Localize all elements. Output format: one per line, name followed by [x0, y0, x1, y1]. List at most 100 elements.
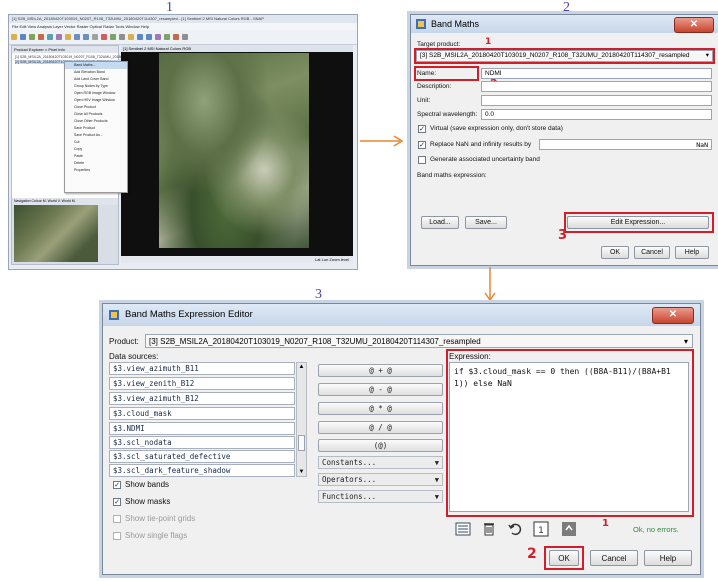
show-masks-checkbox[interactable]: ✓ [113, 497, 121, 506]
wavelength-field[interactable]: 0.0 [481, 109, 712, 120]
virtual-checkbox[interactable]: ✓ [418, 125, 426, 133]
description-field[interactable] [481, 81, 712, 92]
context-menu-item[interactable]: Properties [65, 167, 127, 174]
cancel-button[interactable]: Cancel [590, 550, 638, 566]
graph-icon[interactable] [56, 34, 62, 40]
snap-menu-bar[interactable]: File Edit View Analysis Layer Vector Ras… [9, 23, 357, 30]
export-icon[interactable] [38, 34, 44, 40]
context-menu-band-maths[interactable]: Band Maths... [65, 62, 127, 69]
data-source-item[interactable]: $3.scl_nodata [109, 436, 295, 449]
polygon-icon[interactable] [137, 34, 143, 40]
delete-icon[interactable] [481, 521, 497, 537]
scroll-up-icon[interactable]: ▲ [298, 364, 305, 370]
ellipse-icon[interactable] [146, 34, 152, 40]
operators-dropdown[interactable]: Operators... ▼ [318, 473, 443, 486]
snap-toolbar[interactable] [9, 30, 357, 45]
scrollbar-thumb[interactable] [298, 435, 305, 451]
name-field[interactable]: NDMI [481, 68, 712, 79]
pan-icon[interactable] [92, 34, 98, 40]
close-button[interactable]: ✕ [652, 307, 694, 324]
navigation-tabs[interactable]: Navigation Colour M. World V. World M. [12, 198, 118, 205]
context-menu-item[interactable]: Close Other Products [65, 118, 127, 125]
range-icon[interactable] [101, 34, 107, 40]
nan-value-field[interactable]: NaN [539, 139, 712, 150]
zoom-out-icon[interactable] [83, 34, 89, 40]
show-bands-checkbox[interactable]: ✓ [113, 480, 121, 489]
data-source-item[interactable]: $3.cloud_mask [109, 407, 295, 420]
sync-icon[interactable] [164, 34, 170, 40]
save-icon[interactable] [20, 34, 26, 40]
context-menu-item[interactable]: Cut [65, 139, 127, 146]
operator-divide-button[interactable]: @ / @ [318, 421, 443, 434]
pin-icon[interactable] [65, 34, 71, 40]
ok-button[interactable]: OK [601, 246, 629, 259]
context-menu-item[interactable]: Close All Products [65, 111, 127, 118]
help-icon[interactable] [173, 34, 179, 40]
help-button[interactable]: Help [644, 550, 692, 566]
data-source-item[interactable]: $3.NDMI [109, 422, 295, 435]
context-menu-item[interactable]: Copy [65, 146, 127, 153]
dialog-title: Band Maths Expression Editor [125, 309, 253, 320]
functions-dropdown[interactable]: Functions... ▼ [318, 490, 443, 503]
draw-icon[interactable] [128, 34, 134, 40]
data-source-item[interactable]: $3.view_azimuth_B12 [109, 392, 295, 405]
image-view[interactable]: [1] Sentinel 2 MSI Natural Colors RGB La… [121, 45, 353, 263]
data-source-item[interactable]: $3.scl_saturated_defective [109, 450, 295, 463]
search-icon[interactable] [182, 34, 188, 40]
satellite-image[interactable] [159, 53, 309, 248]
context-menu-item[interactable]: Delete [65, 160, 127, 167]
navigation-thumbnail[interactable] [14, 205, 98, 262]
settings-icon[interactable] [155, 34, 161, 40]
operator-add-button[interactable]: @ + @ [318, 364, 443, 377]
image-view-tab[interactable]: [1] Sentinel 2 MSI Natural Colors RGB [121, 45, 353, 52]
cancel-button[interactable]: Cancel [634, 246, 670, 259]
close-button[interactable]: ✕ [674, 17, 714, 33]
context-menu-item[interactable]: Save Product [65, 125, 127, 132]
context-menu[interactable]: Band Maths... Add Elevation Band Add Lan… [64, 61, 128, 193]
data-sources-scrollbar[interactable]: ▲ ▼ [296, 362, 307, 477]
snap-app-icon [109, 310, 119, 320]
replace-nan-checkbox[interactable]: ✓ [418, 141, 426, 149]
data-source-item[interactable]: $3.view_azimuth_B11 [109, 362, 295, 375]
constants-dropdown[interactable]: Constants... ▼ [318, 456, 443, 469]
context-menu-item[interactable]: Paste [65, 153, 127, 160]
uncertainty-label: Generate associated uncertainty band [430, 156, 540, 163]
context-menu-item[interactable]: Open HSV Image Window [65, 97, 127, 104]
import-icon[interactable] [29, 34, 35, 40]
load-button[interactable]: Load... [421, 216, 459, 229]
context-menu-item[interactable]: Save Product As... [65, 132, 127, 139]
show-tie-point-grids-option: Show tie-point grids [113, 514, 195, 523]
show-single-flags-checkbox [113, 531, 121, 540]
operator-parentheses-button[interactable]: (@) [318, 439, 443, 452]
select-all-icon[interactable] [455, 521, 471, 537]
context-menu-item[interactable]: Close Product [65, 104, 127, 111]
history-icon[interactable]: 1 [533, 521, 549, 537]
operator-multiply-button[interactable]: @ * @ [318, 402, 443, 415]
show-bands-option[interactable]: ✓ Show bands [113, 480, 169, 489]
unit-field[interactable] [481, 95, 712, 106]
show-tie-point-grids-checkbox [113, 514, 121, 523]
help-button[interactable]: Help [675, 246, 709, 259]
uncertainty-checkbox[interactable] [418, 156, 426, 164]
zoom-in-icon[interactable] [74, 34, 80, 40]
dialog-title-bar: Band Maths ✕ [411, 15, 718, 33]
magic-wand-icon[interactable] [110, 34, 116, 40]
context-menu-item[interactable]: Open RGB Image Window [65, 90, 127, 97]
context-menu-item[interactable]: Group Nodes by Type [65, 83, 127, 90]
show-masks-option[interactable]: ✓ Show masks [113, 497, 170, 506]
band-maths-icon[interactable] [47, 34, 53, 40]
redo-icon[interactable] [561, 521, 577, 537]
product-select[interactable]: [3] S2B_MSIL2A_20180420T103019_N0207_R10… [145, 334, 693, 348]
undo-icon[interactable] [507, 521, 523, 537]
save-button[interactable]: Save... [465, 216, 507, 229]
data-source-item[interactable]: $3.scl_dark_feature_shadow [109, 464, 295, 477]
expression-area[interactable] [416, 181, 712, 213]
scroll-down-icon[interactable]: ▼ [298, 469, 305, 475]
operator-subtract-button[interactable]: @ - @ [318, 383, 443, 396]
select-icon[interactable] [119, 34, 125, 40]
context-menu-item[interactable]: Add Elevation Band [65, 69, 127, 76]
open-icon[interactable] [11, 34, 17, 40]
data-source-item[interactable]: $3.view_zenith_B12 [109, 377, 295, 390]
context-menu-item[interactable]: Add Land Cover Band [65, 76, 127, 83]
validation-status: Ok, no errors. [633, 525, 679, 534]
